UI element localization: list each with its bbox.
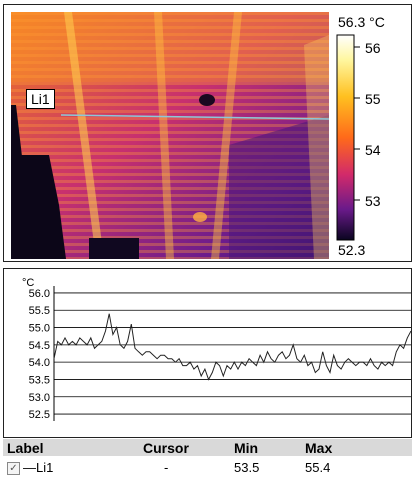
row-checkbox[interactable]: ✓ [7, 462, 20, 475]
line-label-li1[interactable]: Li1 [26, 89, 55, 109]
row-label: —Li1 [23, 460, 54, 475]
y-tick-label: 56.0 [29, 288, 50, 300]
scale-min-label: 52.3 [338, 242, 366, 258]
y-tick-label: 54.0 [29, 357, 50, 369]
row-cursor: - [164, 460, 169, 475]
row-max: 55.4 [305, 460, 331, 475]
scale-tick-label: 53 [365, 193, 381, 209]
y-tick-label: 55.0 [29, 323, 50, 335]
header-cursor[interactable]: Cursor [143, 440, 189, 456]
profile-graph[interactable]: 56.0 55.5 55.0 54.5 54.0 53.5 53.0 52.5 [4, 269, 412, 437]
header-label[interactable]: Label [7, 440, 44, 456]
y-tick-label: 53.0 [29, 392, 50, 404]
thermal-image[interactable] [4, 5, 411, 261]
header-min[interactable]: Min [234, 440, 258, 456]
color-scale-bar [336, 34, 355, 241]
y-tick-label: 52.5 [29, 409, 50, 421]
profile-line-li1 [53, 313, 412, 381]
header-max[interactable]: Max [305, 440, 332, 456]
graph-unit-label: °C [22, 277, 35, 289]
y-tick-label: 53.5 [29, 374, 50, 386]
y-tick-label: 55.5 [29, 305, 50, 317]
table-header: Label Cursor Min Max [3, 439, 412, 456]
scale-tick-label: 56 [365, 40, 381, 56]
table-row[interactable]: ✓ —Li1 - 53.5 55.4 [3, 459, 412, 477]
scale-max-label: 56.3 °C [338, 14, 385, 30]
profile-graph-panel: 56.0 55.5 55.0 54.5 54.0 53.5 53.0 52.5 °C [3, 268, 412, 438]
thermal-image-panel: 56.3 °C 56 55 54 53 52.3 Li1 [3, 4, 412, 262]
row-min: 53.5 [234, 460, 260, 475]
scale-tick-label: 55 [365, 91, 381, 107]
graph-y-axis: 56.0 55.5 55.0 54.5 54.0 53.5 53.0 52.5 [29, 288, 50, 421]
y-tick-label: 54.5 [29, 340, 50, 352]
scale-tick-label: 54 [365, 142, 381, 158]
graph-grid [53, 286, 411, 421]
